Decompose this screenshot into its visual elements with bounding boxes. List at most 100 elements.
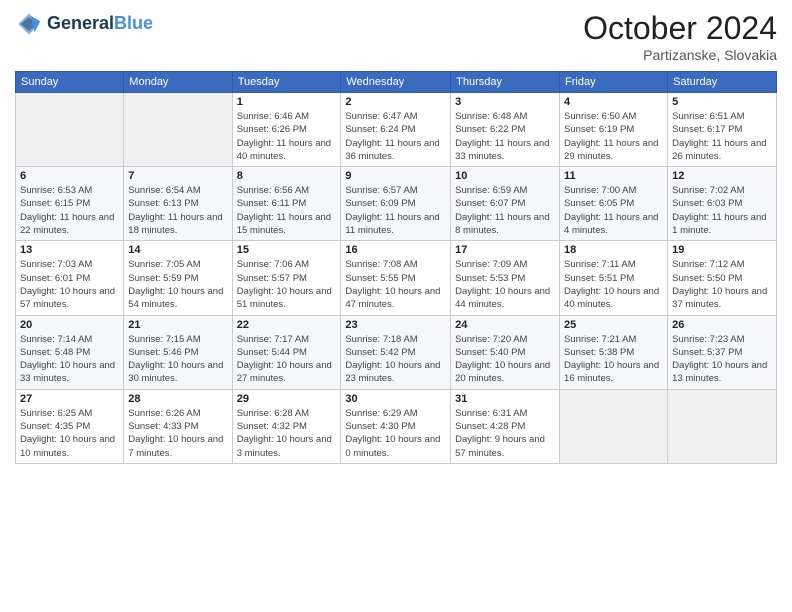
- day-info: Sunrise: 7:06 AM Sunset: 5:57 PM Dayligh…: [237, 258, 337, 311]
- calendar-cell: 11Sunrise: 7:00 AM Sunset: 6:05 PM Dayli…: [560, 167, 668, 241]
- day-info: Sunrise: 6:47 AM Sunset: 6:24 PM Dayligh…: [345, 110, 446, 163]
- day-number: 14: [128, 244, 227, 256]
- location: Partizanske, Slovakia: [583, 47, 777, 63]
- day-number: 27: [20, 393, 119, 405]
- calendar-cell: 19Sunrise: 7:12 AM Sunset: 5:50 PM Dayli…: [668, 241, 777, 315]
- calendar-body: 1Sunrise: 6:46 AM Sunset: 6:26 PM Daylig…: [16, 93, 777, 464]
- day-number: 10: [455, 170, 555, 182]
- calendar-cell: 26 Sunrise: 7:23 AM Sunset: 5:37 PM Dayli…: [668, 315, 777, 389]
- day-info: Sunrise: 6:57 AM Sunset: 6:09 PM Dayligh…: [345, 184, 446, 237]
- day-number: 13: [20, 244, 119, 256]
- calendar-cell: 13 Sunrise: 7:03 AM Sunset: 6:01 PM Dayli…: [16, 241, 124, 315]
- day-info: Sunrise: 6:51 AM Sunset: 6:17 PM Dayligh…: [672, 110, 772, 163]
- calendar-cell: 8 Sunrise: 6:56 AM Sunset: 6:11 PM Daylig…: [232, 167, 341, 241]
- day-info: Sunrise: 7:11 AM Sunset: 5:51 PM Dayligh…: [564, 258, 663, 311]
- calendar-cell: 22Sunrise: 7:17 AM Sunset: 5:44 PM Dayli…: [232, 315, 341, 389]
- day-number: 26: [672, 319, 772, 331]
- calendar-cell: 31 Sunrise: 6:31 AM Sunset: 4:28 PM Dayli…: [451, 389, 560, 463]
- day-info: Sunrise: 7:17 AM Sunset: 5:44 PM Dayligh…: [237, 333, 337, 386]
- weekday-header: Wednesday: [341, 72, 451, 93]
- day-number: 15: [237, 244, 337, 256]
- calendar-week-row: 27Sunrise: 6:25 AM Sunset: 4:35 PM Dayli…: [16, 389, 777, 463]
- day-number: 31: [455, 393, 555, 405]
- day-info: Sunrise: 7:09 AM Sunset: 5:53 PM Dayligh…: [455, 258, 555, 311]
- calendar-cell: 20Sunrise: 7:14 AM Sunset: 5:48 PM Dayli…: [16, 315, 124, 389]
- month-title: October 2024: [583, 10, 777, 47]
- day-info: Sunrise: 7:21 AM Sunset: 5:38 PM Dayligh…: [564, 333, 663, 386]
- calendar-cell: 25 Sunrise: 7:21 AM Sunset: 5:38 PM Dayli…: [560, 315, 668, 389]
- calendar-cell: 17 Sunrise: 7:09 AM Sunset: 5:53 PM Dayli…: [451, 241, 560, 315]
- calendar-cell: 2 Sunrise: 6:47 AM Sunset: 6:24 PM Daylig…: [341, 93, 451, 167]
- day-number: 1: [237, 96, 337, 108]
- weekday-header: Friday: [560, 72, 668, 93]
- day-number: 24: [455, 319, 555, 331]
- calendar-header: SundayMondayTuesdayWednesdayThursdayFrid…: [16, 72, 777, 93]
- day-info: Sunrise: 7:05 AM Sunset: 5:59 PM Dayligh…: [128, 258, 227, 311]
- calendar-cell: 9 Sunrise: 6:57 AM Sunset: 6:09 PM Daylig…: [341, 167, 451, 241]
- calendar-cell: [560, 389, 668, 463]
- day-info: Sunrise: 6:29 AM Sunset: 4:30 PM Dayligh…: [345, 407, 446, 460]
- calendar-cell: 3Sunrise: 6:48 AM Sunset: 6:22 PM Daylig…: [451, 93, 560, 167]
- day-number: 17: [455, 244, 555, 256]
- calendar-cell: 29 Sunrise: 6:28 AM Sunset: 4:32 PM Dayli…: [232, 389, 341, 463]
- day-info: Sunrise: 6:28 AM Sunset: 4:32 PM Dayligh…: [237, 407, 337, 460]
- logo: GeneralBlue: [15, 10, 153, 38]
- calendar-cell: 27Sunrise: 6:25 AM Sunset: 4:35 PM Dayli…: [16, 389, 124, 463]
- calendar-cell: [124, 93, 232, 167]
- weekday-header: Saturday: [668, 72, 777, 93]
- day-number: 29: [237, 393, 337, 405]
- day-info: Sunrise: 6:26 AM Sunset: 4:33 PM Dayligh…: [128, 407, 227, 460]
- day-info: Sunrise: 7:20 AM Sunset: 5:40 PM Dayligh…: [455, 333, 555, 386]
- day-number: 21: [128, 319, 227, 331]
- calendar-cell: 5 Sunrise: 6:51 AM Sunset: 6:17 PM Daylig…: [668, 93, 777, 167]
- calendar-cell: 16 Sunrise: 7:08 AM Sunset: 5:55 PM Dayli…: [341, 241, 451, 315]
- day-number: 5: [672, 96, 772, 108]
- day-number: 6: [20, 170, 119, 182]
- calendar-week-row: 13 Sunrise: 7:03 AM Sunset: 6:01 PM Dayli…: [16, 241, 777, 315]
- weekday-header: Tuesday: [232, 72, 341, 93]
- calendar-week-row: 6Sunrise: 6:53 AM Sunset: 6:15 PM Daylig…: [16, 167, 777, 241]
- day-number: 2: [345, 96, 446, 108]
- calendar: SundayMondayTuesdayWednesdayThursdayFrid…: [15, 71, 777, 464]
- title-block: October 2024 Partizanske, Slovakia: [583, 10, 777, 63]
- day-number: 25: [564, 319, 663, 331]
- calendar-cell: 30 Sunrise: 6:29 AM Sunset: 4:30 PM Dayli…: [341, 389, 451, 463]
- calendar-cell: 4Sunrise: 6:50 AM Sunset: 6:19 PM Daylig…: [560, 93, 668, 167]
- day-number: 20: [20, 319, 119, 331]
- calendar-cell: [668, 389, 777, 463]
- day-info: Sunrise: 6:50 AM Sunset: 6:19 PM Dayligh…: [564, 110, 663, 163]
- day-number: 16: [345, 244, 446, 256]
- calendar-week-row: 1Sunrise: 6:46 AM Sunset: 6:26 PM Daylig…: [16, 93, 777, 167]
- calendar-cell: 24 Sunrise: 7:20 AM Sunset: 5:40 PM Dayli…: [451, 315, 560, 389]
- calendar-cell: 14 Sunrise: 7:05 AM Sunset: 5:59 PM Dayli…: [124, 241, 232, 315]
- calendar-cell: 12Sunrise: 7:02 AM Sunset: 6:03 PM Dayli…: [668, 167, 777, 241]
- weekday-row: SundayMondayTuesdayWednesdayThursdayFrid…: [16, 72, 777, 93]
- logo-icon: [15, 10, 43, 38]
- weekday-header: Thursday: [451, 72, 560, 93]
- day-number: 23: [345, 319, 446, 331]
- day-info: Sunrise: 7:08 AM Sunset: 5:55 PM Dayligh…: [345, 258, 446, 311]
- calendar-cell: 1Sunrise: 6:46 AM Sunset: 6:26 PM Daylig…: [232, 93, 341, 167]
- day-number: 9: [345, 170, 446, 182]
- day-number: 3: [455, 96, 555, 108]
- calendar-cell: 23 Sunrise: 7:18 AM Sunset: 5:42 PM Dayli…: [341, 315, 451, 389]
- day-info: Sunrise: 7:02 AM Sunset: 6:03 PM Dayligh…: [672, 184, 772, 237]
- day-number: 28: [128, 393, 227, 405]
- calendar-cell: 28 Sunrise: 6:26 AM Sunset: 4:33 PM Dayli…: [124, 389, 232, 463]
- day-info: Sunrise: 6:56 AM Sunset: 6:11 PM Dayligh…: [237, 184, 337, 237]
- calendar-cell: [16, 93, 124, 167]
- day-number: 30: [345, 393, 446, 405]
- day-number: 8: [237, 170, 337, 182]
- day-info: Sunrise: 6:31 AM Sunset: 4:28 PM Dayligh…: [455, 407, 555, 460]
- calendar-cell: 6Sunrise: 6:53 AM Sunset: 6:15 PM Daylig…: [16, 167, 124, 241]
- logo-text: GeneralBlue: [47, 14, 153, 34]
- day-info: Sunrise: 6:54 AM Sunset: 6:13 PM Dayligh…: [128, 184, 227, 237]
- day-info: Sunrise: 7:18 AM Sunset: 5:42 PM Dayligh…: [345, 333, 446, 386]
- day-info: Sunrise: 7:00 AM Sunset: 6:05 PM Dayligh…: [564, 184, 663, 237]
- calendar-cell: 15 Sunrise: 7:06 AM Sunset: 5:57 PM Dayli…: [232, 241, 341, 315]
- weekday-header: Sunday: [16, 72, 124, 93]
- day-info: Sunrise: 7:23 AM Sunset: 5:37 PM Dayligh…: [672, 333, 772, 386]
- calendar-cell: 21Sunrise: 7:15 AM Sunset: 5:46 PM Dayli…: [124, 315, 232, 389]
- weekday-header: Monday: [124, 72, 232, 93]
- day-info: Sunrise: 7:03 AM Sunset: 6:01 PM Dayligh…: [20, 258, 119, 311]
